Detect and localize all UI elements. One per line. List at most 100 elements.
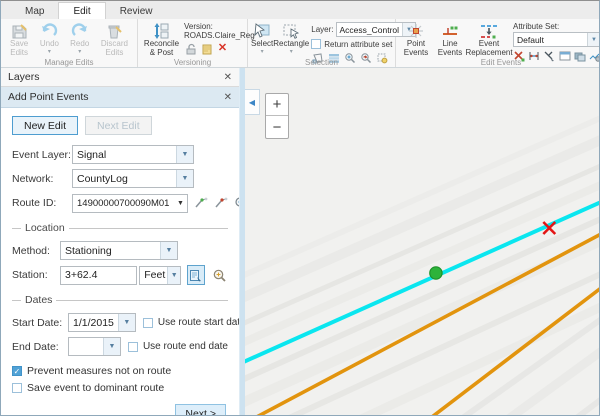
start-date-combobox[interactable]: 1/1/2015 ▼ xyxy=(68,313,136,332)
event-layer-combobox[interactable]: Signal ▼ xyxy=(72,145,194,164)
method-dropdown-icon[interactable]: ▼ xyxy=(160,242,177,259)
zoom-out-button[interactable]: − xyxy=(266,116,288,138)
end-date-combobox[interactable]: ▼ xyxy=(68,337,121,356)
undo-button[interactable]: Undo ▾ xyxy=(34,21,64,55)
aerial-road-streaks xyxy=(245,117,599,415)
line-events-icon xyxy=(441,22,459,40)
event-layer-dropdown-icon[interactable]: ▼ xyxy=(176,146,193,163)
tab-map[interactable]: Map xyxy=(11,3,58,19)
station-unit-dropdown-icon[interactable]: ▼ xyxy=(167,267,180,284)
new-edit-button[interactable]: New Edit xyxy=(12,116,78,135)
point-events-button[interactable]: Point Events xyxy=(399,21,433,58)
point-events-icon xyxy=(407,22,425,40)
version-label: Version: xyxy=(184,22,242,31)
versioning-column: Version: ROADS.Claire_Reg ✕ xyxy=(182,21,244,56)
next-edit-button[interactable]: Next Edit xyxy=(85,116,152,135)
rectangle-select-button[interactable]: Rectangle ▾ xyxy=(273,21,309,55)
prevent-measures-label: Prevent measures not on route xyxy=(27,365,171,377)
attribute-set-combobox[interactable]: Default ▼ xyxy=(513,32,600,47)
layers-pane-title: Layers xyxy=(8,71,40,83)
redo-button[interactable]: Redo ▾ xyxy=(65,21,95,55)
group-label-edit-events: Edit Events xyxy=(396,58,600,67)
network-label: Network: xyxy=(12,173,72,185)
use-route-start-date-checkbox[interactable] xyxy=(143,318,153,328)
version-value: ROADS.Claire_Reg xyxy=(184,31,242,40)
reconcile-post-button[interactable]: Reconcile & Post xyxy=(141,21,182,58)
redo-dropdown-caret[interactable]: ▾ xyxy=(78,49,81,55)
locate-route-icon[interactable] xyxy=(214,193,228,213)
group-selection: Select ▾ Rectangle ▾ Layer: Access_Contr… xyxy=(248,19,396,67)
tab-edit[interactable]: Edit xyxy=(58,2,105,19)
select-button[interactable]: Select ▾ xyxy=(251,21,273,55)
collapse-left-icon: ◀ xyxy=(249,98,255,107)
event-layer-label: Event Layer: xyxy=(12,149,72,161)
network-dropdown-icon[interactable]: ▼ xyxy=(176,170,193,187)
rectangle-select-icon xyxy=(282,22,300,40)
group-label-selection: Selection xyxy=(248,58,395,67)
station-label: Station: xyxy=(12,269,60,281)
layer-label: Layer: xyxy=(311,25,333,34)
zoom-in-button[interactable]: + xyxy=(266,94,288,116)
layers-pane-header: Layers ✕ xyxy=(1,68,239,87)
zoom-to-station-icon[interactable] xyxy=(211,265,228,285)
end-date-label: End Date: xyxy=(12,341,68,353)
map-overlay xyxy=(245,68,599,415)
group-versioning: Reconcile & Post Version: ROADS.Claire_R… xyxy=(138,19,248,67)
location-section-separator: Location xyxy=(12,222,228,234)
route-id-combobox[interactable]: 14900000700090M01 ▼ xyxy=(72,194,188,213)
group-manage-edits: Save Edits Undo ▾ Redo ▾ Discar xyxy=(1,19,138,67)
route-id-dropdown-icon[interactable]: ▼ xyxy=(173,200,187,207)
ribbon: Save Edits Undo ▾ Redo ▾ Discar xyxy=(1,19,599,68)
station-input[interactable]: 3+62.4 xyxy=(60,266,137,285)
ribbon-tabbar: Map Edit Review xyxy=(1,1,599,19)
new-version-icon[interactable] xyxy=(200,42,213,55)
route-id-label: Route ID: xyxy=(12,197,72,209)
collapse-panel-button[interactable]: ◀ xyxy=(245,89,260,115)
group-label-manage-edits: Manage Edits xyxy=(1,58,137,67)
dominant-route-label: Save event to dominant route xyxy=(27,382,164,394)
dates-section-separator: Dates xyxy=(12,294,228,306)
reconcile-post-icon xyxy=(153,22,171,40)
next-button[interactable]: Next > xyxy=(175,404,226,415)
use-route-end-date-checkbox[interactable] xyxy=(128,342,138,352)
event-replacement-icon xyxy=(479,22,499,40)
map-zoom-control: + − xyxy=(265,93,289,139)
rectangle-dropdown-caret[interactable]: ▾ xyxy=(290,49,293,55)
prevent-measures-checkbox[interactable]: ✓ xyxy=(12,366,22,376)
attribute-set-dropdown-icon[interactable]: ▼ xyxy=(587,33,600,46)
network-combobox[interactable]: CountyLog ▼ xyxy=(72,169,194,188)
save-edits-icon xyxy=(11,22,28,40)
unlock-version-icon[interactable] xyxy=(184,42,197,55)
end-date-dropdown-icon[interactable]: ▼ xyxy=(103,338,120,355)
return-attribute-set-checkbox[interactable] xyxy=(311,39,321,49)
add-point-events-close-icon[interactable]: ✕ xyxy=(224,92,232,103)
discard-edits-button[interactable]: Discard Edits xyxy=(95,21,134,58)
tab-review[interactable]: Review xyxy=(106,3,167,19)
point-event-marker[interactable] xyxy=(430,267,442,279)
return-attribute-set-label: Return attribute set xyxy=(324,40,392,49)
map-canvas[interactable]: ◀ + − xyxy=(245,68,599,415)
select-dropdown-caret[interactable]: ▾ xyxy=(261,49,264,55)
start-date-dropdown-icon[interactable]: ▼ xyxy=(118,314,135,331)
app-window: Map Edit Review Save Edits Undo ▾ xyxy=(0,0,600,416)
delete-version-icon[interactable]: ✕ xyxy=(216,42,229,55)
select-icon xyxy=(253,22,271,40)
left-panel: Layers ✕ Add Point Events ✕ New Edit Nex… xyxy=(1,68,239,415)
pick-station-from-map-button[interactable] xyxy=(187,265,205,285)
undo-icon xyxy=(40,22,58,40)
undo-dropdown-caret[interactable]: ▾ xyxy=(48,49,51,55)
station-unit-combobox[interactable]: Feet ▼ xyxy=(139,266,181,285)
attribute-set-label: Attribute Set: xyxy=(513,22,600,31)
edit-events-column: Attribute Set: Default ▼ xyxy=(511,21,600,63)
event-replacement-button[interactable]: Event Replacement xyxy=(467,21,511,58)
layers-close-icon[interactable]: ✕ xyxy=(224,72,232,83)
dates-section-label: Dates xyxy=(25,294,52,306)
use-route-start-date-label: Use route start date xyxy=(158,317,239,328)
select-route-on-map-icon[interactable] xyxy=(194,193,208,213)
group-label-versioning: Versioning xyxy=(138,58,247,67)
method-combobox[interactable]: Stationing ▼ xyxy=(60,241,178,260)
method-label: Method: xyxy=(12,245,60,257)
save-edits-button[interactable]: Save Edits xyxy=(4,21,34,58)
line-events-button[interactable]: Line Events xyxy=(433,21,467,58)
dominant-route-checkbox[interactable] xyxy=(12,383,22,393)
